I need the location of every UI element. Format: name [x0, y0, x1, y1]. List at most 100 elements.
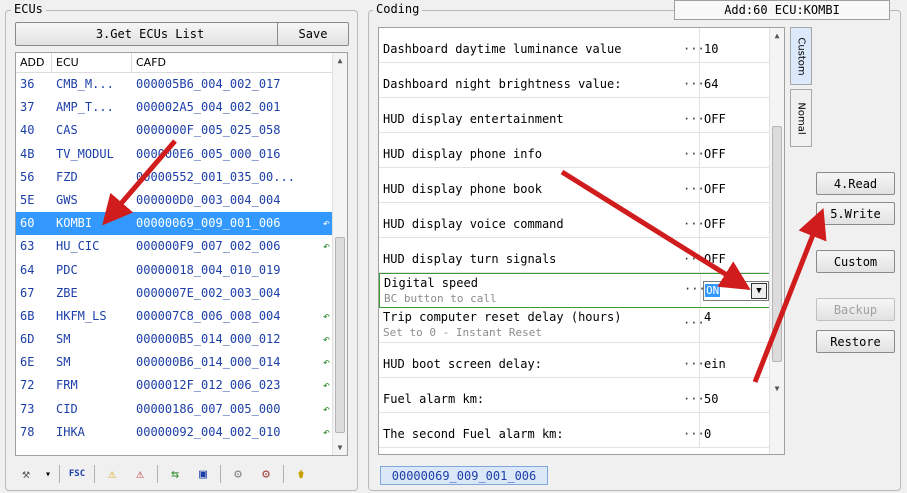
- coding-row[interactable]: HUD display phone book ··· OFF: [379, 168, 770, 203]
- table-row[interactable]: 56 FZD 00000552_001_035_00...: [16, 166, 334, 189]
- coding-row[interactable]: Dashboard daytime luminance value ··· 10: [379, 28, 770, 63]
- dropdown-icon[interactable]: ▾: [43, 464, 53, 484]
- coding-name: HUD display phone book: [383, 182, 542, 196]
- coding-value[interactable]: 64: [699, 63, 770, 97]
- coding-row[interactable]: HUD display turn signals ··· OFF: [379, 238, 770, 273]
- selected-value: ON: [705, 284, 721, 297]
- read-button[interactable]: 4.Read: [816, 172, 895, 195]
- coding-value[interactable]: ON ▼: [700, 274, 771, 307]
- chevron-down-icon[interactable]: ▼: [751, 283, 767, 299]
- coding-row[interactable]: HUD display entertainment ··· OFF: [379, 98, 770, 133]
- table-row[interactable]: 73 CID 00000186_007_005_000 ↶: [16, 398, 334, 421]
- get-ecus-list-button[interactable]: 3.Get ECUs List: [15, 22, 285, 46]
- table-row[interactable]: 78 IHKA 00000092_004_002_010 ↶: [16, 421, 334, 444]
- scroll-thumb[interactable]: [335, 237, 345, 433]
- cell-ecu: SM: [56, 332, 71, 347]
- coding-name: The second Fuel alarm km:: [383, 427, 564, 441]
- cell-cafd: 0000012F_012_006_023 ↶: [132, 374, 334, 397]
- fsc-icon[interactable]: FSC: [66, 464, 88, 484]
- table-row[interactable]: 40 CAS 0000000F_005_025_058: [16, 119, 334, 142]
- table-row[interactable]: 6B HKFM_LS 000007C8_006_008_004 ↶: [16, 305, 334, 328]
- table-row[interactable]: 63 HU_CIC 000000F9_007_002_006 ↶: [16, 235, 334, 258]
- coding-row[interactable]: Trip computer reset delay (hours) Set to …: [379, 308, 770, 343]
- ecu-list[interactable]: ADD ECU CAFD 36 CMB_M... 000005B6_004_002_…: [15, 52, 348, 456]
- coding-value[interactable]: 50: [699, 378, 770, 412]
- scroll-up-icon[interactable]: ▲: [333, 53, 347, 68]
- value-text: OFF: [704, 182, 726, 196]
- gears-icon[interactable]: ⚙: [227, 464, 249, 484]
- cafd-text: 000000B5_014_000_012: [136, 332, 281, 347]
- coding-scroll-down-icon[interactable]: ▼: [770, 381, 784, 396]
- coding-row[interactable]: Fuel alarm km: ··· 50: [379, 378, 770, 413]
- coding-name: HUD display voice command: [383, 217, 564, 231]
- coding-hint: BC button to call: [384, 292, 497, 305]
- table-row[interactable]: 6D SM 000000B5_014_000_012 ↶: [16, 328, 334, 351]
- jar-icon[interactable]: ⚱: [290, 464, 312, 484]
- table-row[interactable]: 5E GWS 000000D0_003_004_004: [16, 189, 334, 212]
- column-header-ecu[interactable]: ECU: [52, 53, 132, 73]
- column-header-add[interactable]: ADD: [16, 53, 52, 73]
- table-row[interactable]: 37 AMP_T... 000002A5_004_002_001: [16, 96, 334, 119]
- gears-delete-icon[interactable]: ⚙: [255, 464, 277, 484]
- scroll-down-icon[interactable]: ▼: [333, 440, 347, 455]
- ecu-list-header: ADD ECU CAFD: [16, 53, 334, 73]
- coding-value[interactable]: ein: [699, 343, 770, 377]
- write-button[interactable]: 5.Write: [816, 202, 895, 225]
- coding-value[interactable]: 4: [699, 308, 770, 342]
- cell-ecu: CMB_M...: [56, 77, 114, 91]
- undo-icon: ↶: [322, 378, 330, 393]
- cell-cafd: 000000B5_014_000_012 ↶: [132, 328, 334, 351]
- tools-icon[interactable]: ⚒: [15, 464, 37, 484]
- tab-custom-label: Custom: [795, 36, 807, 76]
- restore-button[interactable]: Restore: [816, 330, 895, 353]
- cell-add: 5E: [20, 192, 35, 207]
- table-row[interactable]: 6E SM 000000B6_014_000_014 ↶: [16, 351, 334, 374]
- coding-row[interactable]: Digital speed BC button to call ··· ON ▼: [379, 273, 770, 308]
- table-row[interactable]: 67 ZBE 0000007E_002_003_004: [16, 282, 334, 305]
- coding-value[interactable]: OFF: [699, 98, 770, 132]
- coding-row[interactable]: HUD boot screen delay: ··· ein: [379, 343, 770, 378]
- cafd-tab[interactable]: 00000069_009_001_006: [380, 466, 548, 485]
- value-select[interactable]: ON ▼: [703, 281, 769, 301]
- cell-ecu: CID: [56, 401, 78, 416]
- cell-add: 63: [20, 239, 35, 254]
- coding-value[interactable]: OFF: [699, 133, 770, 167]
- undo-icon: ↶: [322, 401, 330, 416]
- cell-cafd: 000002A5_004_002_001: [132, 96, 334, 119]
- undo-icon: ↶: [322, 355, 330, 370]
- table-row[interactable]: 64 PDC 00000018_004_010_019: [16, 259, 334, 282]
- coding-row[interactable]: The second Fuel alarm km: ··· 0: [379, 413, 770, 448]
- table-row[interactable]: 4B TV_MODUL 000000E6_005_000_016: [16, 143, 334, 166]
- coding-row[interactable]: HUD display phone info ··· OFF: [379, 133, 770, 168]
- value-text: 4: [704, 310, 712, 324]
- flash-icon[interactable]: ⇆: [164, 464, 186, 484]
- coding-scroll-thumb[interactable]: [772, 126, 782, 362]
- save-label: Save: [298, 27, 328, 41]
- custom-button[interactable]: Custom: [816, 250, 895, 273]
- coding-list[interactable]: The second Fuel alarm km: ··· 0 Fuel alarm …: [378, 27, 785, 455]
- coding-row-partial: [379, 448, 770, 454]
- coding-row[interactable]: Dashboard night brightness value: ··· 64: [379, 63, 770, 98]
- cell-add: 73: [20, 401, 35, 416]
- coding-value[interactable]: 0: [699, 413, 770, 447]
- tab-nomal[interactable]: Nomal: [790, 89, 812, 147]
- table-row[interactable]: 72 FRM 0000012F_012_006_023 ↶: [16, 374, 334, 397]
- tab-custom[interactable]: Custom: [790, 27, 812, 85]
- backup-button[interactable]: Backup: [816, 298, 895, 321]
- coding-scrollbar[interactable]: ▲ ▼: [769, 28, 784, 454]
- save-button[interactable]: Save: [277, 22, 349, 46]
- table-row[interactable]: 60 KOMBI 00000069_009_001_006 ↶: [16, 212, 334, 236]
- coding-row[interactable]: HUD display voice command ··· OFF: [379, 203, 770, 238]
- table-row[interactable]: 36 CMB_M... 000005B6_004_002_017: [16, 73, 334, 96]
- monitor-icon[interactable]: ▣: [192, 464, 214, 484]
- coding-value[interactable]: OFF: [699, 168, 770, 202]
- warning-icon[interactable]: ⚠: [101, 464, 123, 484]
- cell-cafd: 000005B6_004_002_017: [132, 73, 334, 96]
- coding-value[interactable]: OFF: [699, 238, 770, 272]
- coding-value[interactable]: OFF: [699, 203, 770, 237]
- coding-scroll-up-icon[interactable]: ▲: [770, 28, 784, 43]
- ecu-list-scrollbar[interactable]: ▲ ▼: [332, 53, 347, 455]
- warning-clear-icon[interactable]: ⚠: [129, 464, 151, 484]
- coding-value[interactable]: 10: [699, 28, 770, 62]
- column-header-cafd[interactable]: CAFD: [132, 53, 334, 73]
